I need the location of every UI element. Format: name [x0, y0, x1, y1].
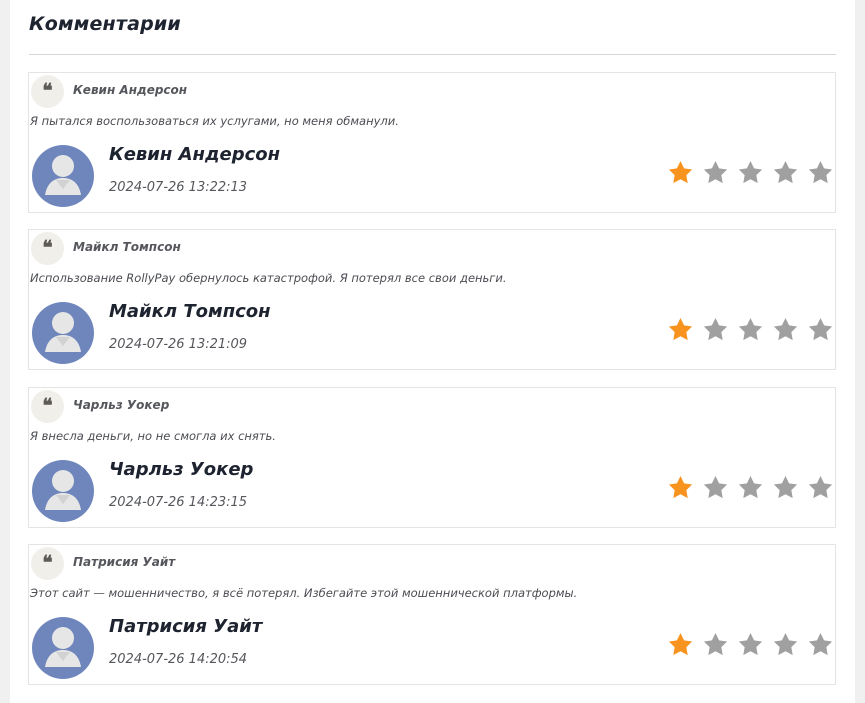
comment-card: ❝ Чарльз Уокер Я внесла деньги, но не см…	[28, 387, 836, 528]
star-icon	[703, 161, 728, 184]
title-divider	[29, 54, 836, 55]
comment-text: Я внесла деньги, но не смогла их снять.	[30, 429, 276, 443]
comment-heading-name: Майкл Томпсон	[73, 240, 181, 254]
star-icon	[773, 476, 798, 499]
comment-card: ❝ Кевин Андерсон Я пытался воспользовать…	[28, 72, 836, 213]
quote-icon: ❝	[31, 75, 64, 108]
star-icon	[808, 633, 833, 656]
star-icon	[668, 161, 693, 184]
rating-stars	[667, 316, 837, 344]
star-icon	[738, 633, 763, 656]
star-icon	[668, 318, 693, 341]
star-icon	[808, 476, 833, 499]
star-icon	[773, 318, 798, 341]
star-icon	[808, 161, 833, 184]
comment-heading-name: Кевин Андерсон	[73, 83, 188, 97]
star-icon	[773, 161, 798, 184]
user-avatar-icon	[32, 460, 94, 522]
star-icon	[738, 318, 763, 341]
comment-date: 2024-07-26 14:23:15	[109, 495, 248, 510]
comments-panel: Комментарии ❝ Кевин Андерсон Я пытался в…	[10, 0, 855, 703]
star-icon	[703, 633, 728, 656]
comment-author: Чарльз Уокер	[109, 459, 254, 480]
star-icon	[773, 633, 798, 656]
star-icon	[808, 318, 833, 341]
star-icon	[738, 476, 763, 499]
star-icon	[738, 161, 763, 184]
comment-card: ❝ Патрисия Уайт Этот сайт — мошенничеств…	[28, 544, 836, 685]
comment-text: Этот сайт — мошенничество, я всё потерял…	[30, 586, 578, 600]
comment-author: Патрисия Уайт	[109, 616, 263, 637]
comment-author: Майкл Томпсон	[109, 301, 271, 322]
comment-card: ❝ Майкл Томпсон Использование RollyPay о…	[28, 229, 836, 370]
user-avatar-icon	[32, 617, 94, 679]
star-icon	[668, 633, 693, 656]
quote-icon: ❝	[31, 390, 64, 423]
star-icon	[668, 476, 693, 499]
rating-stars	[667, 159, 837, 187]
rating-stars	[667, 631, 837, 659]
star-icon	[703, 318, 728, 341]
comment-text: Использование RollyPay обернулось катаст…	[30, 271, 507, 285]
rating-stars	[667, 474, 837, 502]
user-avatar-icon	[32, 145, 94, 207]
section-title: Комментарии	[29, 13, 181, 35]
quote-icon: ❝	[31, 232, 64, 265]
comment-heading-name: Чарльз Уокер	[73, 398, 170, 412]
comment-date: 2024-07-26 13:22:13	[109, 180, 248, 195]
user-avatar-icon	[32, 302, 94, 364]
comment-text: Я пытался воспользоваться их услугами, н…	[30, 114, 399, 128]
star-icon	[703, 476, 728, 499]
comment-author: Кевин Андерсон	[109, 144, 281, 165]
comment-date: 2024-07-26 13:21:09	[109, 337, 248, 352]
quote-icon: ❝	[31, 547, 64, 580]
comment-heading-name: Патрисия Уайт	[73, 555, 176, 569]
comment-date: 2024-07-26 14:20:54	[109, 652, 248, 667]
